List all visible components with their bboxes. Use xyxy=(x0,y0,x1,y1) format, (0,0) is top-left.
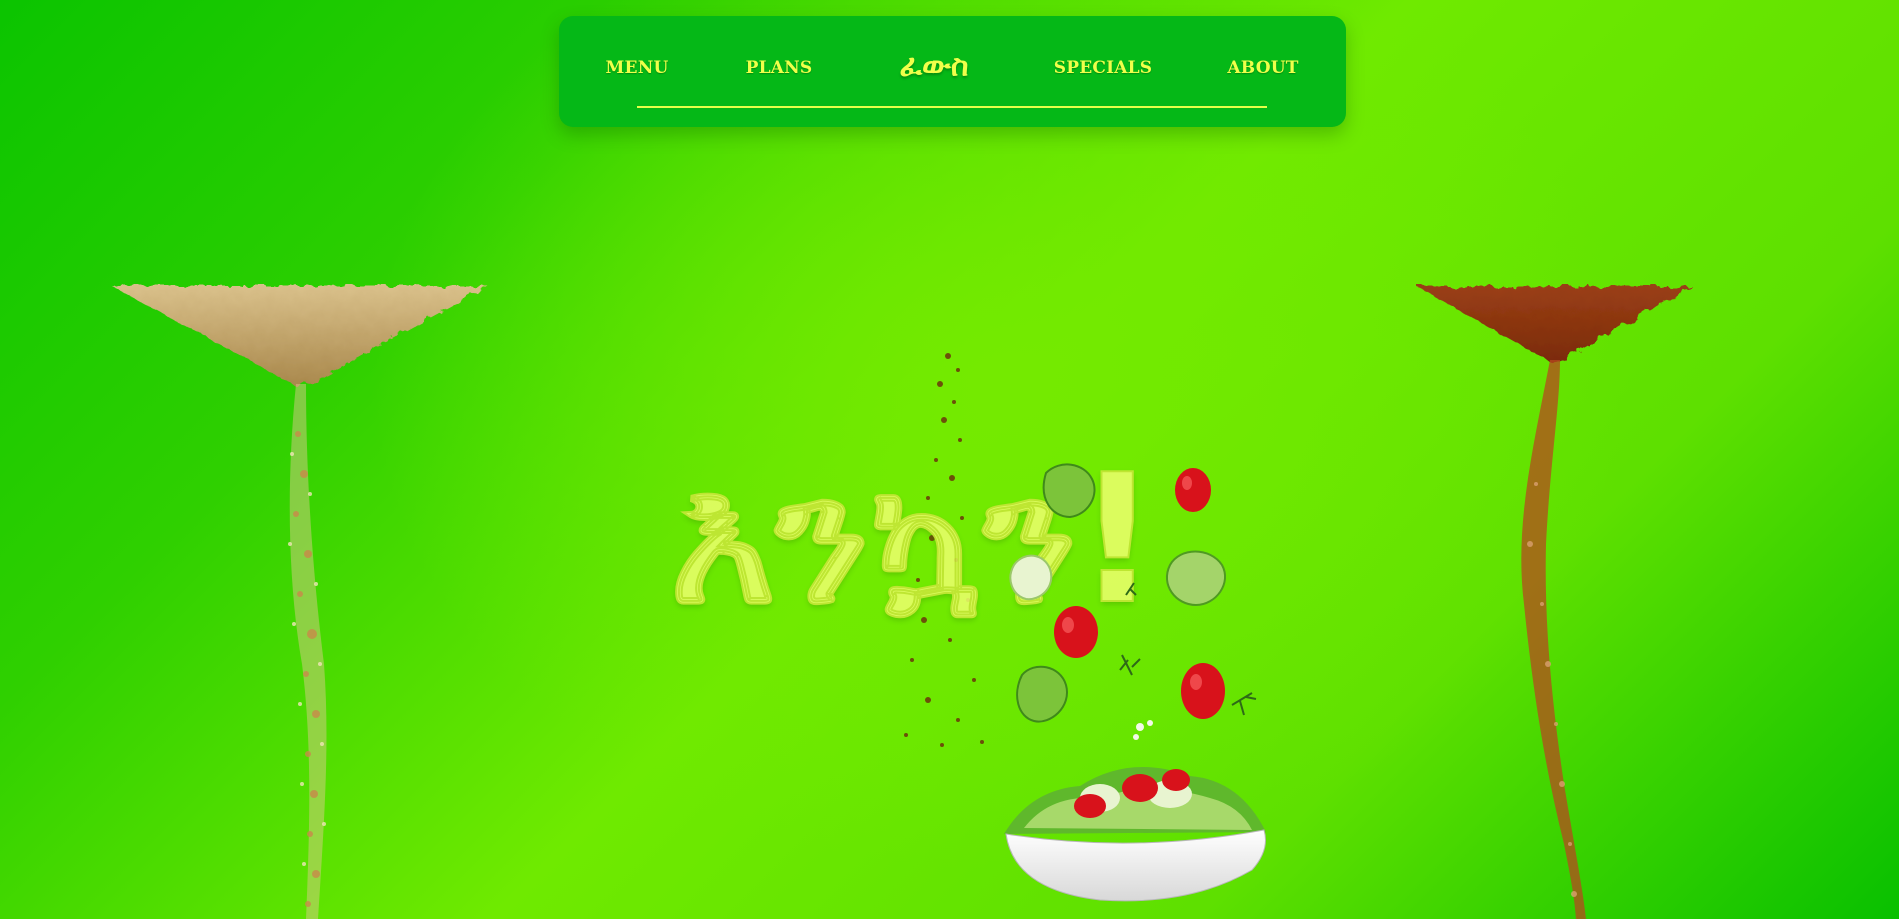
lettuce-leaf-icon xyxy=(1016,665,1069,723)
spice-cone-beige-icon xyxy=(112,286,488,919)
salad-bowl-icon xyxy=(1004,767,1266,902)
nav-about-link[interactable]: ABOUT xyxy=(1227,58,1298,78)
nav-menu-link[interactable]: MENU xyxy=(606,58,669,78)
lettuce-leaf-icon xyxy=(1165,550,1227,607)
lettuce-leaf-icon xyxy=(1009,554,1053,601)
lettuce-leaf-icon xyxy=(1042,463,1096,519)
nav-specials-link[interactable]: SPECIALS xyxy=(1054,58,1153,78)
tomato-icon xyxy=(1175,468,1211,512)
brand-logo[interactable]: ፈውስ xyxy=(900,49,969,84)
tomato-icon xyxy=(1181,663,1225,719)
cheese-crumble-icon xyxy=(1133,720,1153,740)
top-navigation: MENU PLANS ፈውስ SPECIALS ABOUT xyxy=(559,16,1346,127)
falling-ingredients xyxy=(1009,463,1257,740)
spice-cone-red-icon xyxy=(1416,286,1692,919)
nav-plans-link[interactable]: PLANS xyxy=(746,58,813,78)
nav-underline xyxy=(637,106,1267,108)
tomato-icon xyxy=(1054,606,1098,658)
